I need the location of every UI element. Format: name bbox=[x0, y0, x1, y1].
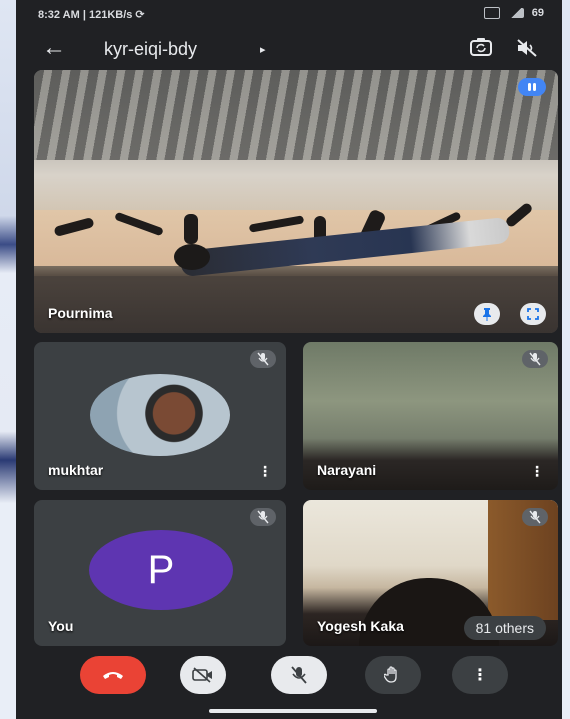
arrow-left-icon[interactable]: ← bbox=[42, 36, 66, 60]
self-tile[interactable]: P You bbox=[34, 500, 286, 646]
participant-tile[interactable]: mukhtar ⋮ bbox=[34, 342, 286, 490]
participant-name: mukhtar bbox=[48, 462, 104, 478]
more-vert-icon: ⋮ bbox=[472, 667, 488, 684]
participant-name: You bbox=[48, 618, 74, 634]
more-vert-icon[interactable]: ⋮ bbox=[258, 463, 272, 480]
fullscreen-icon[interactable] bbox=[520, 303, 546, 325]
mic-off-icon bbox=[291, 666, 307, 684]
mic-off-icon bbox=[522, 350, 548, 368]
mic-off-icon bbox=[250, 508, 276, 526]
mic-off-icon bbox=[250, 350, 276, 368]
status-time: 8:32 AM | 121KB/s ⟳ bbox=[38, 9, 145, 21]
participant-name: Narayani bbox=[317, 462, 377, 478]
person-head bbox=[174, 244, 210, 270]
video-roof bbox=[34, 70, 558, 160]
raise-hand-button[interactable] bbox=[365, 656, 421, 694]
battery-level: 69 bbox=[531, 7, 544, 19]
phone-screen: 8:32 AM | 121KB/s ⟳ 69 ← kyr-eiqi-bdy ▸ bbox=[16, 0, 562, 719]
more-vert-icon[interactable]: ⋮ bbox=[530, 463, 544, 480]
avatar: P bbox=[89, 530, 233, 610]
status-icons: 69 bbox=[483, 7, 544, 19]
camera-toggle-button[interactable] bbox=[180, 656, 226, 694]
switch-camera-icon[interactable] bbox=[470, 38, 492, 56]
participant-name: Pournima bbox=[48, 305, 113, 321]
avatar bbox=[90, 374, 230, 456]
top-bar: ← kyr-eiqi-bdy ▸ bbox=[16, 30, 562, 70]
signal-icon bbox=[507, 8, 524, 18]
mic-off-icon bbox=[522, 508, 548, 526]
audio-indicator-icon bbox=[518, 78, 546, 96]
home-indicator[interactable] bbox=[209, 709, 377, 713]
pin-icon[interactable] bbox=[474, 303, 500, 325]
participant-tile[interactable]: Narayani ⋮ bbox=[303, 342, 558, 490]
speaker-off-icon[interactable] bbox=[516, 38, 538, 58]
main-video-tile[interactable]: Pournima bbox=[34, 70, 558, 333]
call-controls: ⋮ bbox=[16, 656, 562, 700]
sim-icon bbox=[483, 7, 500, 19]
mic-toggle-button[interactable] bbox=[271, 656, 327, 694]
camera-off-icon bbox=[192, 667, 212, 683]
end-call-button[interactable] bbox=[80, 656, 146, 694]
more-options-button[interactable]: ⋮ bbox=[452, 656, 508, 694]
participant-tile[interactable]: Yogesh Kaka 81 others bbox=[303, 500, 558, 646]
status-bar: 8:32 AM | 121KB/s ⟳ 69 bbox=[16, 0, 562, 28]
participant-name: Yogesh Kaka bbox=[317, 618, 404, 634]
others-count-button[interactable]: 81 others bbox=[463, 616, 546, 640]
mural-figure bbox=[184, 214, 198, 244]
phone-hangup-icon bbox=[103, 672, 123, 679]
raise-hand-icon bbox=[384, 666, 397, 683]
meeting-code[interactable]: kyr-eiqi-bdy bbox=[104, 39, 197, 60]
chevron-right-icon[interactable]: ▸ bbox=[260, 43, 266, 56]
